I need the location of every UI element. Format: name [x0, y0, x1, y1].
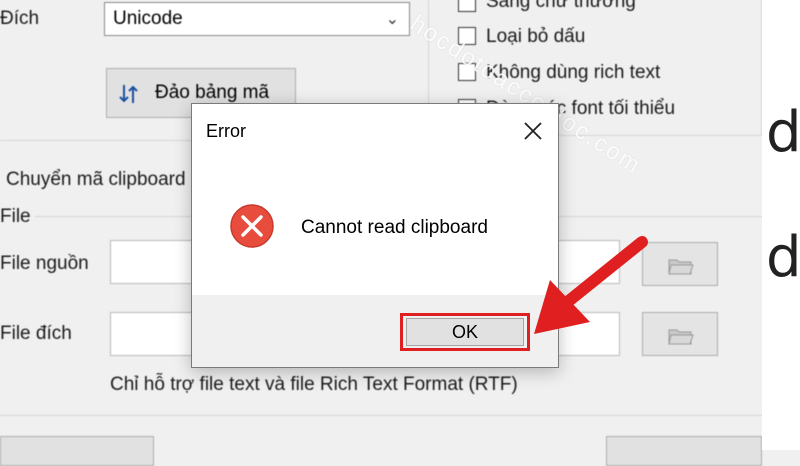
source-file-browse-button[interactable] — [642, 242, 718, 286]
support-note: Chỉ hỗ trợ file text và file Rich Text F… — [110, 374, 518, 395]
error-x-circle-icon — [230, 204, 274, 248]
bottom-left-button[interactable] — [0, 436, 154, 466]
file-group-label: File — [0, 206, 35, 228]
dialog-title: Error — [206, 121, 246, 141]
target-encoding-label: Đích — [0, 8, 40, 29]
chevron-down-icon: ⌄ — [385, 11, 399, 28]
target-encoding-select[interactable]: Unicode ⌄ — [104, 2, 410, 36]
option-label: Loại bỏ dấu — [486, 26, 586, 47]
red-arrow-icon — [534, 236, 648, 334]
source-file-label: File nguồn — [0, 253, 89, 274]
close-icon[interactable] — [520, 118, 546, 144]
clipboard-option-label[interactable]: Chuyển mã clipboard — [6, 169, 186, 191]
swap-arrows-icon — [119, 85, 138, 103]
open-folder-icon — [668, 329, 694, 345]
open-folder-icon — [668, 259, 694, 275]
bottom-right-button[interactable] — [606, 436, 762, 466]
option-label: Sang chữ thường — [486, 0, 636, 12]
swap-encoding-label: Đảo bảng mã — [155, 82, 270, 103]
document-letter: d — [766, 100, 800, 165]
background-document-area: d d — [762, 0, 800, 450]
dialog-message: Cannot read clipboard — [301, 217, 488, 238]
ok-highlight-box — [400, 313, 530, 351]
target-file-label: File đích — [0, 323, 72, 344]
target-file-browse-button[interactable] — [642, 312, 718, 356]
target-encoding-value: Unicode — [113, 8, 183, 29]
checkbox[interactable] — [458, 0, 476, 12]
document-letter: d — [766, 225, 800, 290]
